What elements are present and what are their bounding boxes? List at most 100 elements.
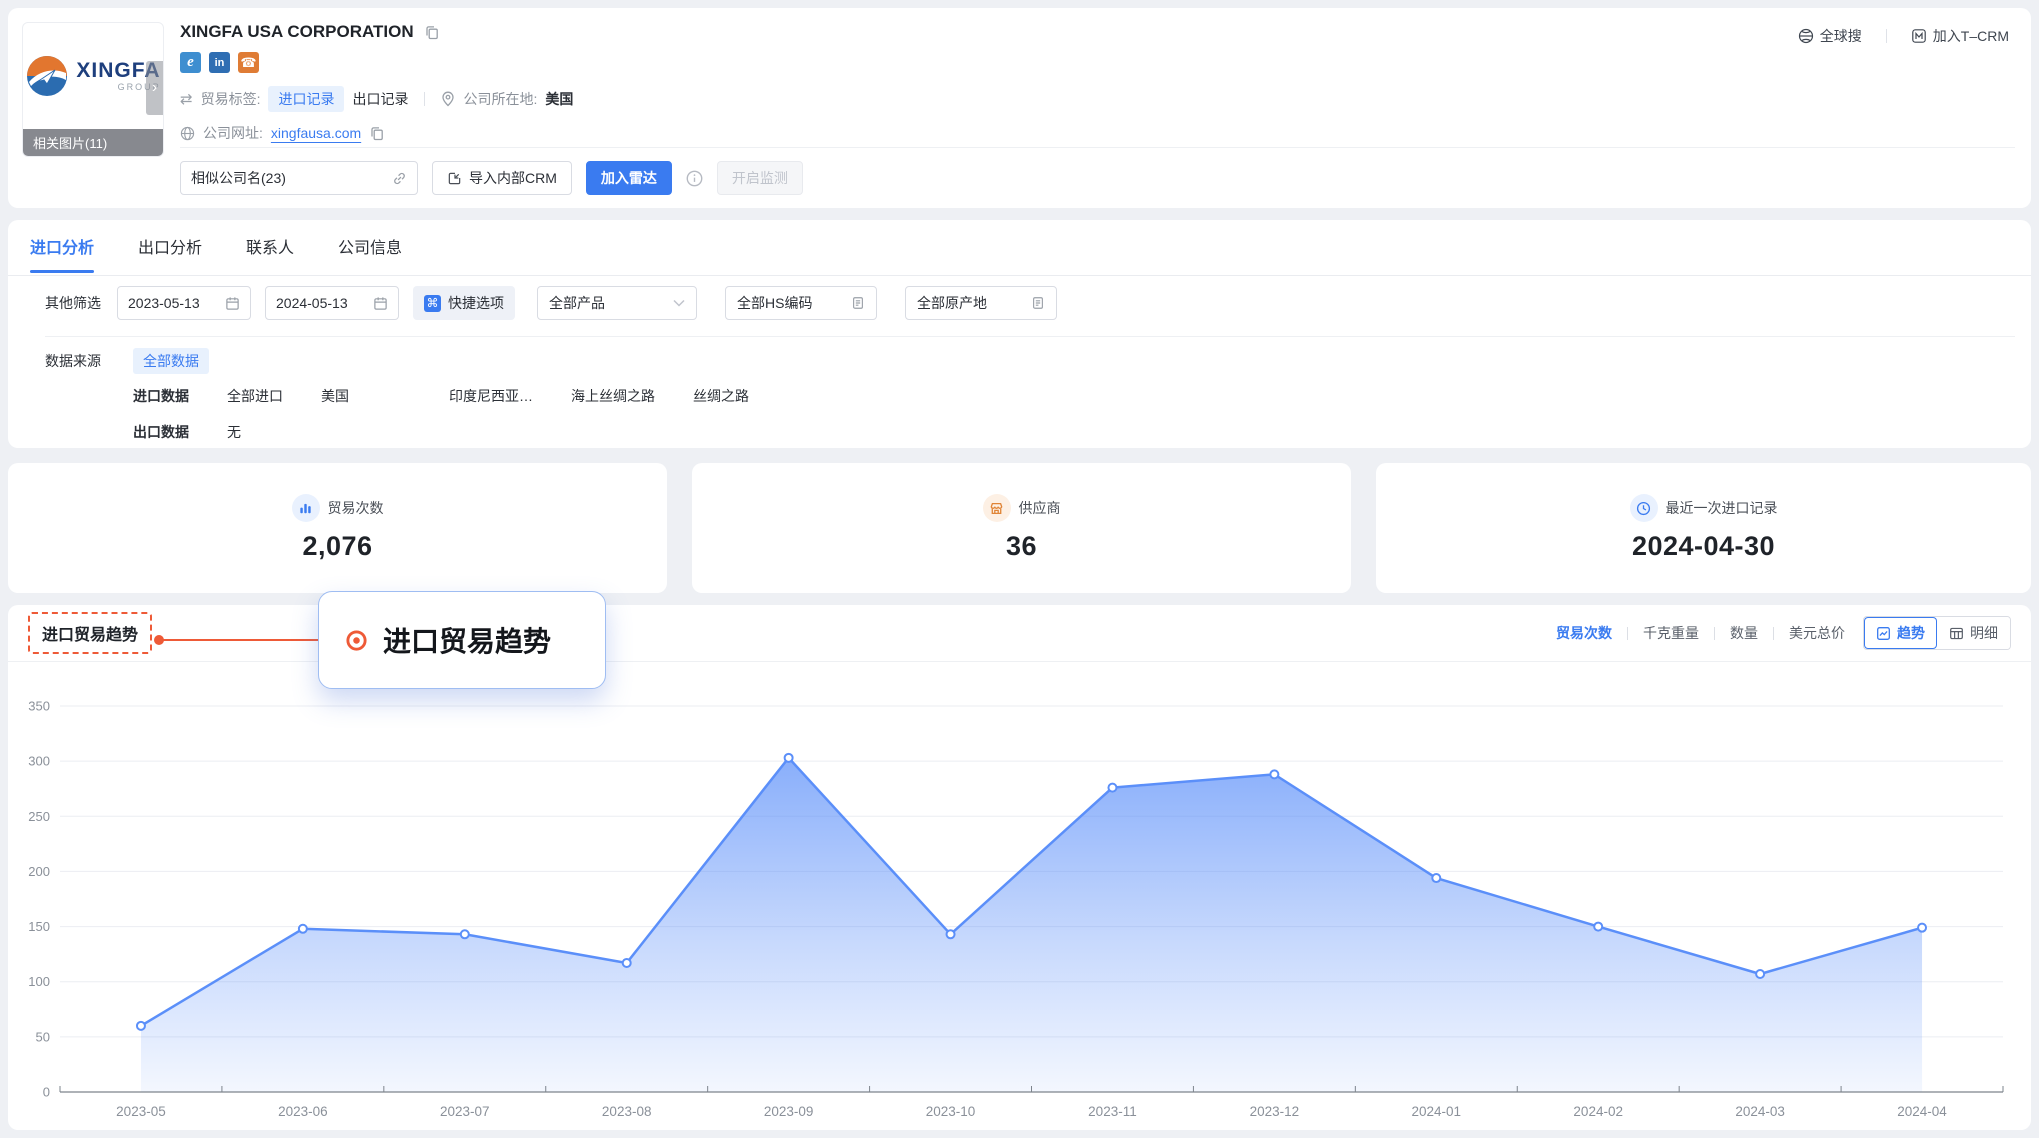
related-images-label[interactable]: 相关图片(11) — [23, 129, 163, 156]
tab-contacts[interactable]: 联系人 — [246, 234, 294, 273]
website-link[interactable]: xingfausa.com — [271, 125, 361, 141]
tab-export-analysis[interactable]: 出口分析 — [138, 234, 202, 273]
photo-next-arrow[interactable]: › — [146, 61, 163, 115]
divider — [424, 92, 425, 106]
website-e-icon[interactable]: e — [180, 52, 201, 73]
svg-text:2024-01: 2024-01 — [1412, 1104, 1462, 1119]
metric-kg-weight[interactable]: 千克重量 — [1643, 623, 1699, 643]
clock-icon — [1630, 494, 1658, 522]
quick-options-button[interactable]: ⌘ 快捷选项 — [413, 286, 515, 320]
origin-value: 全部原产地 — [917, 293, 987, 313]
view-detail-label: 明细 — [1970, 623, 1998, 643]
similar-companies-label: 相似公司名(23) — [191, 168, 286, 188]
linkedin-icon[interactable]: in — [209, 52, 230, 73]
divider — [45, 336, 2015, 337]
svg-text:2024-02: 2024-02 — [1573, 1104, 1623, 1119]
table-icon — [1949, 626, 1964, 641]
import-crm-label: 导入内部CRM — [469, 168, 557, 188]
bar-chart-icon — [292, 494, 320, 522]
svg-text:350: 350 — [28, 699, 50, 714]
product-select[interactable]: 全部产品 — [537, 286, 697, 320]
import-source-indonesia[interactable]: 印度尼西亚… — [449, 386, 533, 406]
add-radar-button[interactable]: 加入雷达 — [586, 161, 672, 195]
metric-switcher: 贸易次数 千克重量 数量 美元总价 — [1556, 623, 1845, 643]
line-chart-icon — [1876, 626, 1891, 641]
svg-text:250: 250 — [28, 809, 50, 824]
website-label: 公司网址: — [203, 123, 263, 143]
join-tcrm-label: 加入T–CRM — [1933, 26, 2009, 46]
shop-icon — [983, 494, 1011, 522]
document-icon — [851, 296, 865, 310]
svg-text:2023-07: 2023-07 — [440, 1104, 490, 1119]
copy-icon[interactable] — [369, 126, 384, 141]
global-search-label: 全球搜 — [1820, 26, 1862, 46]
trade-exchange-icon: ⇄ — [180, 90, 193, 108]
stat-label: 贸易次数 — [328, 498, 384, 518]
all-data-chip[interactable]: 全部数据 — [133, 348, 209, 374]
import-source-all[interactable]: 全部进口 — [227, 386, 283, 406]
tcrm-icon — [1911, 28, 1927, 44]
link-icon — [392, 171, 407, 186]
divider — [8, 275, 2031, 276]
view-trend-button[interactable]: 趋势 — [1864, 617, 1937, 649]
import-data-label: 进口数据 — [133, 386, 189, 406]
stat-value: 2,076 — [302, 531, 372, 562]
info-icon[interactable] — [686, 170, 703, 187]
date-from-input[interactable]: 2023-05-13 — [117, 286, 251, 320]
location-label: 公司所在地: — [463, 89, 537, 109]
chart-section-title: 进口贸易趋势 — [28, 612, 152, 654]
view-detail-button[interactable]: 明细 — [1937, 617, 2010, 649]
data-source-label: 数据来源 — [45, 351, 133, 371]
tab-bar: 进口分析 出口分析 联系人 公司信息 — [30, 234, 402, 273]
metric-usd-total[interactable]: 美元总价 — [1789, 623, 1845, 643]
hs-code-select[interactable]: 全部HS编码 — [725, 286, 877, 320]
tab-import-analysis[interactable]: 进口分析 — [30, 234, 94, 273]
callout-title: 进口贸易趋势 — [383, 620, 551, 660]
date-to-input[interactable]: 2024-05-13 — [265, 286, 399, 320]
view-trend-label: 趋势 — [1897, 623, 1925, 643]
divider — [1627, 627, 1628, 640]
svg-text:2023-05: 2023-05 — [116, 1104, 166, 1119]
date-to-value: 2024-05-13 — [276, 295, 348, 311]
import-source-usa[interactable]: 美国 — [321, 386, 349, 406]
divider — [1886, 29, 1887, 43]
import-trend-panel: 进口贸易趋势 贸易次数 千克重量 数量 美元总价 趋势 明细 — [8, 605, 2031, 1130]
location-pin-icon — [441, 91, 455, 107]
join-tcrm-link[interactable]: 加入T–CRM — [1911, 26, 2009, 46]
stat-card-latest-import: 最近一次进口记录 2024-04-30 — [1376, 463, 2031, 593]
start-monitor-button[interactable]: 开启监测 — [717, 161, 803, 195]
callout-target-icon — [345, 629, 368, 652]
tab-company-info[interactable]: 公司信息 — [338, 234, 402, 273]
tag-import-records[interactable]: 进口记录 — [268, 86, 344, 112]
import-source-silk-road[interactable]: 丝绸之路 — [693, 386, 749, 406]
tag-export-records[interactable]: 出口记录 — [352, 89, 408, 109]
trade-label: 贸易标签: — [201, 89, 261, 109]
svg-text:150: 150 — [28, 919, 50, 934]
document-icon — [1031, 296, 1045, 310]
origin-select[interactable]: 全部原产地 — [905, 286, 1057, 320]
stat-label: 供应商 — [1019, 498, 1061, 518]
global-search-link[interactable]: 全球搜 — [1798, 26, 1862, 46]
similar-companies-button[interactable]: 相似公司名(23) — [180, 161, 418, 195]
company-name: XINGFA USA CORPORATION — [180, 22, 414, 42]
hs-code-value: 全部HS编码 — [737, 293, 812, 313]
import-source-maritime-silk-road[interactable]: 海上丝绸之路 — [571, 386, 655, 406]
svg-text:2023-10: 2023-10 — [926, 1104, 976, 1119]
phone-icon[interactable]: ☎ — [238, 52, 259, 73]
chevron-down-icon — [673, 299, 685, 307]
metric-trade-count[interactable]: 贸易次数 — [1556, 623, 1612, 643]
svg-text:300: 300 — [28, 754, 50, 769]
svg-text:2023-08: 2023-08 — [602, 1104, 652, 1119]
stat-card-suppliers: 供应商 36 — [692, 463, 1351, 593]
stat-value: 2024-04-30 — [1632, 531, 1775, 562]
trend-chart-canvas[interactable]: 0501001502002503003502023-052023-062023-… — [8, 662, 2031, 1130]
export-data-label: 出口数据 — [133, 422, 189, 442]
callout-anchor-dot — [154, 635, 164, 645]
svg-text:2023-11: 2023-11 — [1088, 1104, 1137, 1119]
globe-icon — [180, 126, 195, 141]
copy-icon[interactable] — [424, 25, 439, 40]
company-photo[interactable]: XINGFA GROUP 相关图片(11) › — [22, 22, 164, 157]
metric-quantity[interactable]: 数量 — [1730, 623, 1758, 643]
import-crm-button[interactable]: 导入内部CRM — [432, 161, 572, 195]
svg-text:50: 50 — [36, 1029, 50, 1044]
